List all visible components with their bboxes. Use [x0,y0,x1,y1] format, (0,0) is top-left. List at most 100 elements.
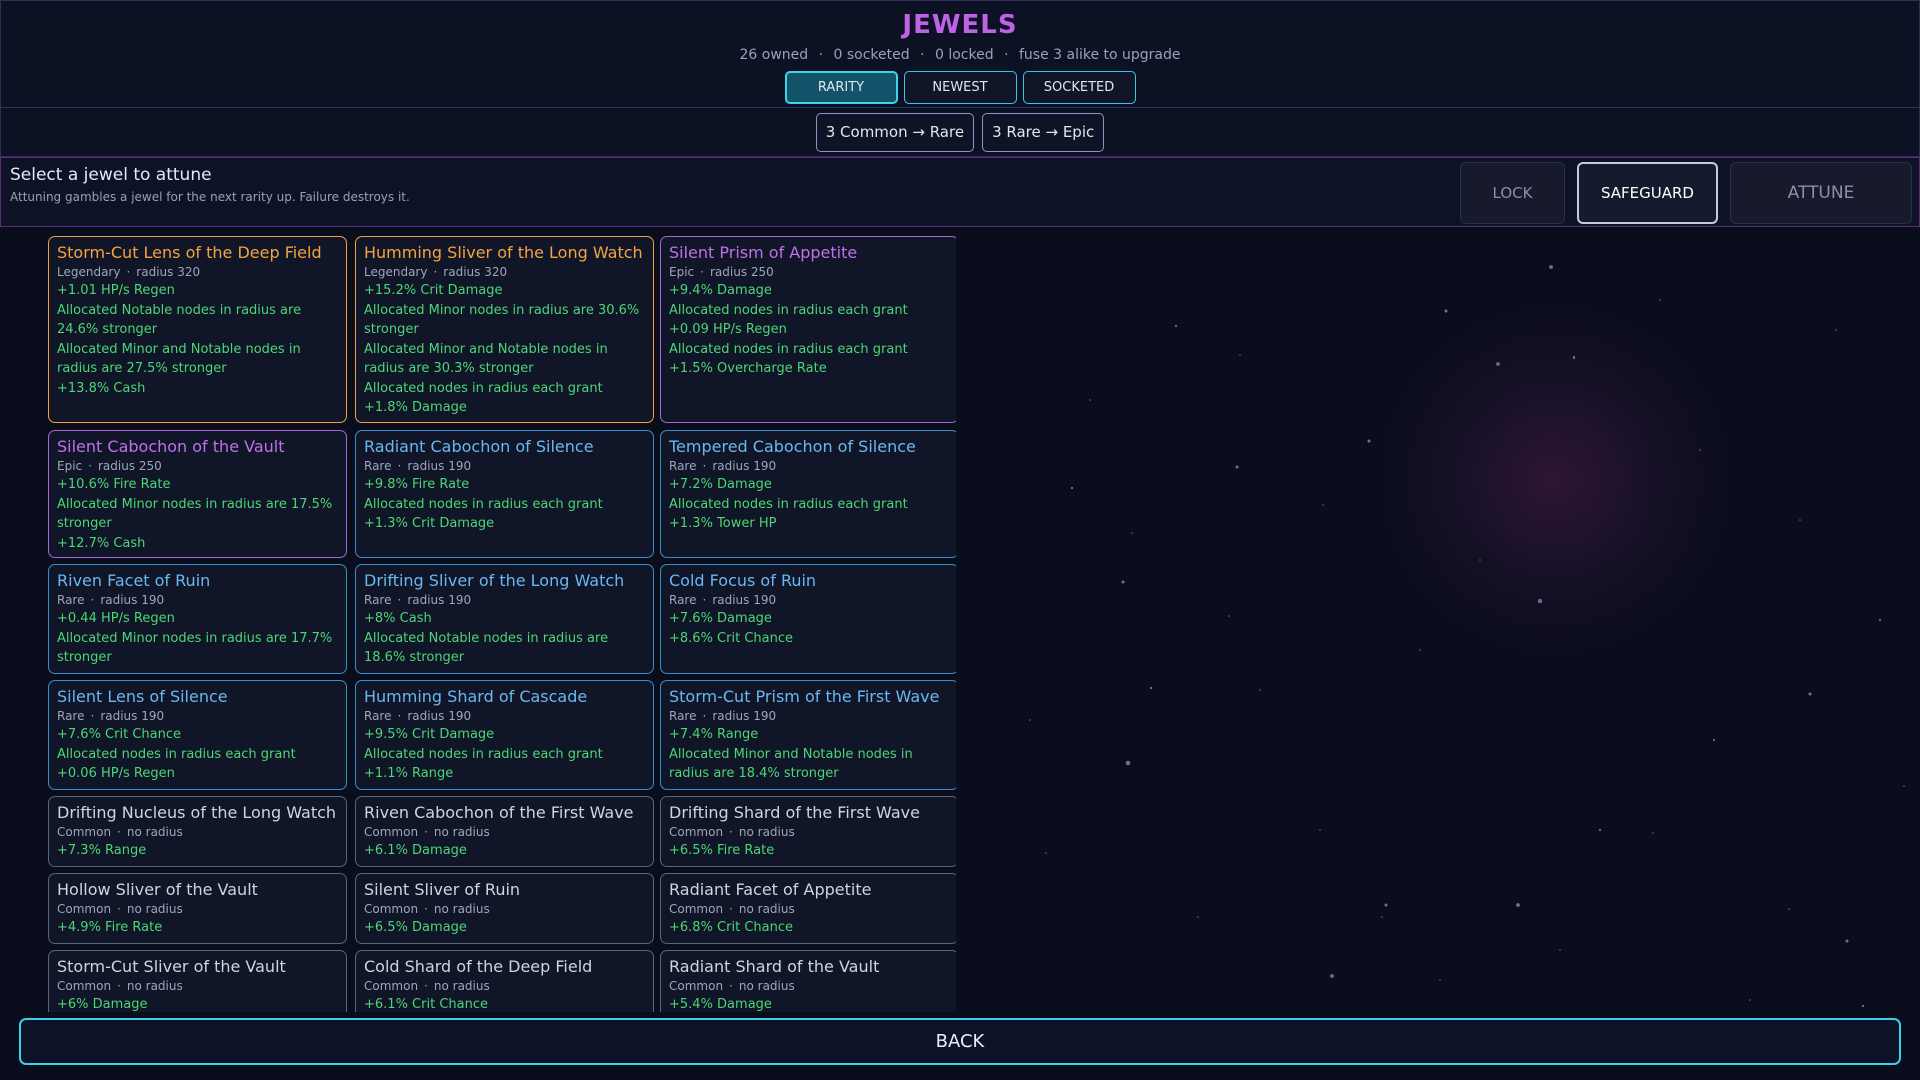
jewel-stat: Allocated Minor and Notable nodes in rad… [364,341,608,377]
jewel-stat: +6.1% Crit Chance [364,997,488,1012]
jewel-rarity: Rare [57,709,85,723]
separator: · [702,709,707,723]
jewel-rarity: Rare [669,593,697,607]
star [1712,738,1716,742]
jewel-card[interactable]: Silent Cabochon of the Vault Epic · radius … [48,430,347,558]
separator: · [126,265,131,279]
fuse-rare-to-epic-button[interactable]: 3 Rare → Epic [982,112,1105,152]
jewel-stat: +7.2% Damage [669,477,772,492]
jewel-card[interactable]: Storm-Cut Sliver of the Vault Common · no r… [48,950,347,1012]
jewel-card[interactable]: Tempered Cabochon of Silence Rare · radius … [660,430,956,558]
jewel-meta: Common · no radius [669,823,950,841]
jewel-meta: Rare · radius 190 [364,707,645,725]
tab-rarity[interactable]: RARITY [784,71,898,104]
jewel-card[interactable]: Silent Prism of Appetite Epic · radius 250 +… [660,236,956,423]
star [1330,974,1334,978]
star [1197,916,1199,918]
star [1174,324,1178,328]
jewel-name: Storm-Cut Prism of the First Wave [669,687,940,706]
jewel-rarity: Common [364,825,419,839]
jewel-card[interactable]: Radiant Shard of the Vault Common · no radi… [660,950,956,1012]
jewel-card[interactable]: Cold Shard of the Deep Field Common · no ra… [355,950,654,1012]
jewel-list[interactable]: Storm-Cut Lens of the Deep Field Legendar… [44,234,956,1012]
jewel-card[interactable]: Radiant Facet of Appetite Common · no radiu… [660,873,956,944]
jewel-card[interactable]: Radiant Cabochon of Silence Rare · radius 1… [355,430,654,558]
jewel-radius: no radius [738,825,795,839]
jewel-radius: radius 250 [709,265,774,279]
sort-tabs: RARITY NEWEST SOCKETED [1,71,1919,104]
separator: · [117,979,121,993]
inventory-summary: 26 owned · 0 socketed · 0 locked · fuse … [1,47,1919,63]
star [1788,908,1790,910]
jewel-name: Storm-Cut Lens of the Deep Field [57,243,322,262]
jewel-radius: no radius [738,902,795,916]
jewel-card[interactable]: Riven Facet of Ruin Rare · radius 190 +0.44 … [48,564,347,674]
jewel-stat: +15.2% Crit Damage [364,283,503,298]
jewel-meta: Common · no radius [364,900,645,918]
star [1903,785,1905,787]
jewel-radius: radius 320 [443,265,508,279]
jewel-meta: Common · no radius [669,900,950,918]
jewel-rarity: Rare [57,593,85,607]
attune-button[interactable]: ATTUNE [1730,162,1912,224]
jewel-card[interactable]: Storm-Cut Prism of the First Wave Rare · ra… [660,680,956,790]
jewel-card[interactable]: Hollow Sliver of the Vault Common · no radi… [48,873,347,944]
jewel-name: Silent Cabochon of the Vault [57,437,285,456]
jewel-card[interactable]: Drifting Shard of the First Wave Common · n… [660,796,956,867]
jewel-card[interactable]: Silent Lens of Silence Rare · radius 190 +7.… [48,680,347,790]
jewel-radius: no radius [126,979,183,993]
back-button[interactable]: BACK [19,1018,1901,1065]
jewel-card[interactable]: Silent Sliver of Ruin Common · no radius +6.… [355,873,654,944]
jewel-name: Cold Shard of the Deep Field [364,957,593,976]
jewel-stat: +9.8% Fire Rate [364,477,470,492]
jewel-rarity: Common [669,902,724,916]
jewel-card[interactable]: Humming Sliver of the Long Watch Legendar… [355,236,654,423]
jewel-card[interactable]: Riven Cabochon of the First Wave Common · n… [355,796,654,867]
jewel-card[interactable]: Cold Focus of Ruin Rare · radius 190 +7.6% D… [660,564,956,674]
jewel-card[interactable]: Drifting Nucleus of the Long Watch Common… [48,796,347,867]
jewel-card[interactable]: Storm-Cut Lens of the Deep Field Legendar… [48,236,347,423]
jewel-card[interactable]: Humming Shard of Cascade Rare · radius 190 +… [355,680,654,790]
jewel-radius: radius 250 [97,459,162,473]
jewel-name: Tempered Cabochon of Silence [669,437,916,456]
jewel-stat: Allocated Notable nodes in radius are 18… [364,630,609,666]
star [1384,903,1388,907]
star [1659,299,1661,301]
star [1516,903,1520,907]
star [1845,939,1849,943]
jewel-rarity: Common [364,902,419,916]
jewel-rarity: Common [57,902,112,916]
jewel-meta: Common · no radius [57,900,338,918]
jewel-card[interactable]: Drifting Sliver of the Long Watch Rare · ra… [355,564,654,674]
star [1808,692,1812,696]
jewel-stat: Allocated nodes in radius each grant +1.… [669,496,908,532]
lock-button[interactable]: LOCK [1460,162,1565,224]
attune-title: Select a jewel to attune [10,165,212,185]
star [1045,852,1047,854]
star [1125,760,1131,766]
tab-newest[interactable]: NEWEST [903,71,1017,104]
jewel-name: Storm-Cut Sliver of the Vault [57,957,286,976]
safeguard-button[interactable]: SAFEGUARD [1577,162,1718,224]
separator: · [700,265,704,279]
tab-socketed[interactable]: SOCKETED [1022,71,1136,104]
jewel-stat: Allocated nodes in radius each grant +0.… [669,302,908,338]
jewel-radius: radius 190 [712,709,777,723]
star [1235,465,1239,469]
jewel-rarity: Epic [57,459,83,473]
jewel-name: Silent Lens of Silence [57,687,228,706]
separator: · [920,47,925,63]
jewel-name: Drifting Shard of the First Wave [669,803,920,822]
separator: · [729,902,733,916]
page-title: JEWELS [902,10,1018,40]
jewel-radius: no radius [433,902,490,916]
jewel-meta: Legendary · radius 320 [364,263,645,281]
jewel-meta: Common · no radius [364,977,645,995]
jewel-name: Radiant Cabochon of Silence [364,437,594,456]
jewel-rarity: Legendary [57,265,121,279]
fuse-common-to-rare-button[interactable]: 3 Common → Rare [815,112,975,152]
attune-description: Attuning gambles a jewel for the next ra… [10,190,410,204]
star [1652,832,1654,834]
jewel-meta: Rare · radius 190 [57,707,338,725]
jewel-stat: +1.01 HP/s Regen [57,283,175,298]
